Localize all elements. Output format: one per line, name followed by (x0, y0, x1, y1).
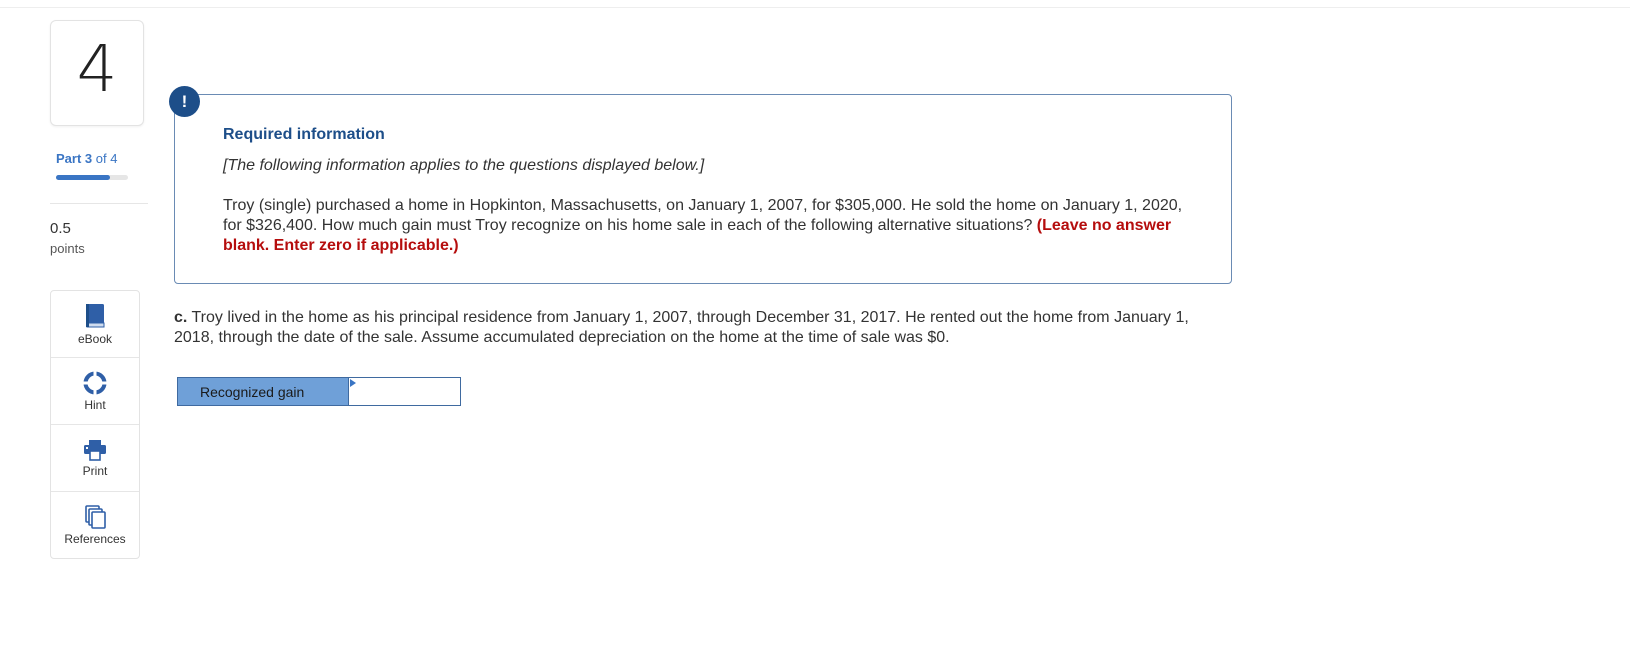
part-progress-fill (56, 175, 110, 180)
question-number: 4 (76, 33, 118, 107)
answer-row: Recognized gain (177, 377, 461, 406)
hint-button[interactable]: Hint (51, 358, 139, 425)
copy-icon (85, 504, 106, 529)
points-value: 0.5 (50, 220, 71, 237)
part-c-question: c. Troy lived in the home as his princip… (174, 308, 1214, 348)
part-current: 3 (84, 151, 93, 166)
part-indicator: Part 3 of 4 (56, 151, 117, 166)
info-note: [The following information applies to th… (223, 157, 705, 174)
part-c-prefix: c. (174, 309, 188, 326)
references-label: References (64, 531, 126, 546)
sidebar-divider (50, 203, 148, 204)
info-title: Required information (223, 126, 385, 143)
part-c-text: Troy lived in the home as his principal … (174, 309, 1189, 346)
part-progress-bar (56, 175, 128, 180)
part-total: of 4 (95, 151, 118, 166)
info-alert-icon: ! (169, 86, 200, 117)
info-body: Troy (single) purchased a home in Hopkin… (223, 196, 1183, 256)
lifebuoy-icon (83, 371, 107, 394)
answer-flag-marker (350, 379, 356, 387)
part-word: Part (56, 151, 82, 166)
ebook-label: eBook (77, 331, 113, 346)
references-button[interactable]: References (51, 492, 139, 558)
tools-panel: eBook Hint Print References (50, 290, 140, 559)
points-label: points (50, 241, 85, 256)
print-button[interactable]: Print (51, 425, 139, 492)
book-icon (86, 303, 105, 327)
hint-label: Hint (84, 397, 106, 412)
print-label: Print (82, 463, 108, 478)
recognized-gain-input[interactable] (348, 378, 460, 405)
ebook-button[interactable]: eBook (51, 291, 139, 358)
recognized-gain-label: Recognized gain (178, 378, 348, 405)
printer-icon (84, 439, 106, 461)
question-number-box: 4 (50, 20, 144, 126)
required-information-box: Required information [The following info… (174, 94, 1232, 284)
top-divider (0, 7, 1630, 8)
